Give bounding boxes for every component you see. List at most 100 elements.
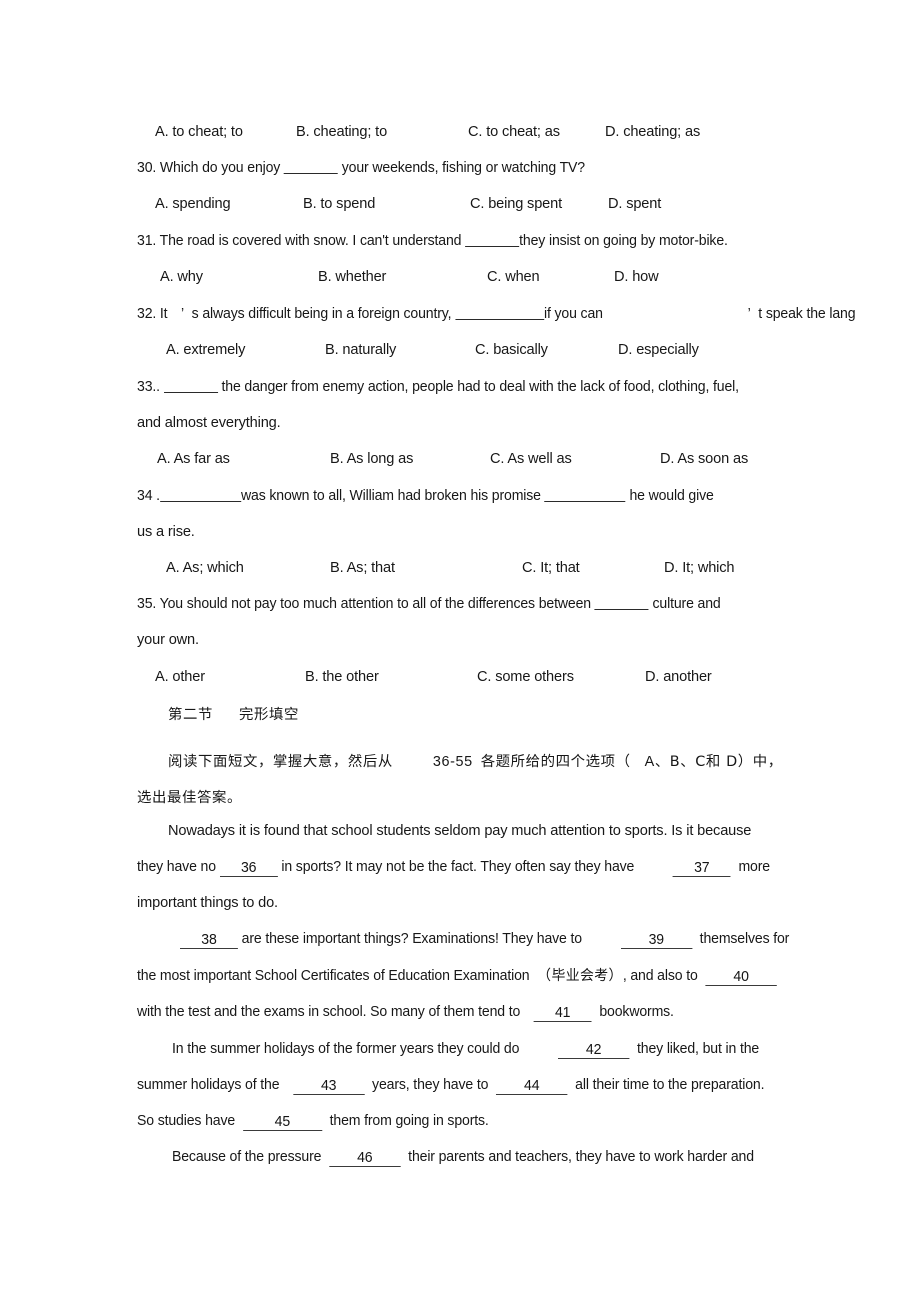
section-heading: 第二节 完形填空: [168, 703, 299, 724]
cloze-blank-43: 43: [292, 1079, 365, 1095]
option-q35-b: B. the other: [305, 669, 379, 685]
p3-l3-text-a: So studies have: [137, 1113, 236, 1129]
cloze-blank-36: 36: [219, 861, 278, 877]
option-q33-c: C. As well as: [490, 451, 572, 467]
option-q29-c: C. to cheat; as: [468, 124, 560, 140]
cloze-blank-45: 45: [242, 1115, 322, 1131]
q33-blank: [163, 379, 218, 393]
section-instruction-line1: 阅读下面短文，掌握大意，然后从 36-55 各题所给的四个选项（ A、B、C和 D）中…: [168, 750, 783, 771]
cloze-blank-39: 39: [620, 933, 692, 949]
q35-stem-before: 35. You should not pay too much attentio…: [137, 596, 595, 612]
p3-l2-text-a: summer holidays of the: [137, 1077, 280, 1093]
p4-l1-text-b: their parents and teachers, they have to…: [408, 1149, 754, 1165]
question-stem-34-line2: us a rise.: [137, 524, 195, 540]
q33-stem-before: 33..: [137, 379, 164, 395]
q34-blank-1: [159, 488, 241, 502]
p1-l2-text-a: they have no: [137, 859, 220, 875]
q32-stem-part3: if you can: [543, 306, 603, 322]
instruction-choice-d: 和 D: [705, 754, 738, 770]
question-stem-30: 30. Which do you enjoy your weekends, fi…: [137, 159, 601, 177]
q35-blank: [594, 596, 649, 610]
option-q35-c: C. some others: [477, 669, 574, 685]
passage-p3-line3: So studies have 45 them from going in spor…: [137, 1112, 501, 1131]
question-stem-34: 34 . was known to all, William had broken…: [137, 487, 735, 505]
q31-blank: [465, 233, 520, 247]
passage-p1-line2: they have no 36 in sports? It may not be…: [137, 858, 793, 877]
p2-l3-text-a: with the test and the exams in school. S…: [137, 1004, 521, 1020]
q34-stem-mid: was known to all, William had broken his…: [240, 488, 545, 504]
q32-blank: [455, 306, 544, 320]
cloze-blank-44: 44: [496, 1079, 568, 1095]
instruction-range: 36-55: [432, 754, 473, 770]
p2-l3-text-b: bookworms.: [599, 1004, 674, 1020]
option-q31-c: C. when: [487, 269, 540, 285]
option-q30-c: C. being spent: [470, 196, 563, 212]
option-q34-a: A. As; which: [166, 560, 244, 576]
option-q33-a: A. As far as: [157, 451, 230, 467]
q30-stem-before: 30. Which do you enjoy: [137, 160, 284, 176]
p2-l2-text-b: , and also to: [622, 968, 698, 984]
option-q33-b: B. As long as: [330, 451, 414, 467]
p2-l2-text-a: the most important School Certificates o…: [137, 968, 530, 984]
question-stem-33: 33.. the danger from enemy action, peopl…: [137, 378, 761, 396]
section-heading-part1: 第二节: [168, 707, 213, 723]
passage-p3-line2: summer holidays of the 43 years, they have…: [137, 1076, 787, 1095]
q32-stem-part1: 32. It: [137, 306, 168, 322]
option-q32-d: D. especially: [618, 342, 699, 358]
section-instruction-line2: 选出最佳答案。: [137, 790, 242, 806]
p3-l1-text-b: they liked, but in the: [637, 1041, 760, 1057]
option-q34-c: C. It; that: [522, 560, 580, 576]
instruction-choice-c: 、C: [680, 754, 706, 770]
option-q29-b: B. cheating; to: [296, 124, 388, 140]
option-q32-c: C. basically: [475, 342, 548, 358]
p3-l2-text-b: years, they have to: [372, 1077, 489, 1093]
question-stem-35-line2: your own.: [137, 632, 199, 648]
option-q31-d: D. how: [614, 269, 659, 285]
option-q34-b: B. As; that: [330, 560, 395, 576]
cloze-blank-46: 46: [329, 1151, 401, 1167]
option-q32-b: B. naturally: [325, 342, 397, 358]
passage-p4-line1: Because of the pressure 46 their parents a…: [172, 1148, 775, 1167]
q34-stem-before: 34 .: [137, 488, 160, 504]
passage-p3-line1: In the summer holidays of the former yea…: [172, 1040, 780, 1059]
q32-stem-part2: s always difficult being in a foreign co…: [191, 306, 456, 322]
question-stem-33-line2: and almost everything.: [137, 415, 281, 431]
instruction-text-a: 阅读下面短文，掌握大意，然后从: [168, 754, 393, 770]
option-q35-a: A. other: [155, 669, 205, 685]
cloze-blank-37: 37: [672, 861, 731, 877]
question-stem-31: 31. The road is covered with snow. I can…: [137, 232, 749, 250]
q32-apostrophe-1: ’: [180, 306, 184, 322]
section-heading-part2: 完形填空: [238, 707, 299, 723]
instruction-text-h: ）中，: [737, 754, 783, 770]
question-stem-35: 35. You should not pay too much attentio…: [137, 595, 742, 613]
p1-l2-text-c: more: [738, 859, 770, 875]
option-q30-d: D. spent: [608, 196, 662, 212]
option-q30-b: B. to spend: [303, 196, 376, 212]
passage-p2-line3: with the test and the exams in school. S…: [137, 1003, 693, 1022]
passage-p2-line1: 38 are these important things? Examinati…: [180, 930, 811, 949]
passage-p2-line2: the most important School Certificates o…: [137, 967, 800, 986]
q34-blank-2: [544, 488, 626, 502]
question-stem-32: 32. It ’ s always difficult being in a for…: [137, 305, 881, 323]
passage-p1-line3: important things to do.: [137, 895, 278, 911]
p2-l2-chinese-note: （毕业会考）: [537, 968, 623, 984]
passage-p1-line1: Nowadays it is found that school student…: [168, 823, 752, 839]
document-page: A. to cheat; to B. cheating; to C. to ch…: [0, 0, 920, 1303]
p3-l2-text-c: all their time to the preparation.: [575, 1077, 765, 1093]
q30-blank: [283, 160, 339, 174]
p3-l3-text-b: them from going in sports.: [329, 1113, 489, 1129]
p3-l1-text-a: In the summer holidays of the former yea…: [172, 1041, 520, 1057]
instruction-choice-a: A: [644, 754, 655, 770]
option-q29-a: A. to cheat; to: [155, 124, 243, 140]
cloze-blank-42: 42: [557, 1043, 630, 1059]
option-q30-a: A. spending: [155, 196, 231, 212]
option-q29-d: D. cheating; as: [605, 124, 701, 140]
p4-l1-text-a: Because of the pressure: [172, 1149, 322, 1165]
p1-l2-text-b: in sports? It may not be the fact. They …: [277, 859, 635, 875]
q32-stem-part4: t speak the lang: [758, 306, 856, 322]
option-q34-d: D. It; which: [664, 560, 735, 576]
q34-stem-after: he would give: [625, 488, 714, 504]
q31-stem-before: 31. The road is covered with snow. I can…: [137, 233, 466, 249]
q35-stem-after: culture and: [648, 596, 721, 612]
cloze-blank-40: 40: [705, 970, 777, 986]
